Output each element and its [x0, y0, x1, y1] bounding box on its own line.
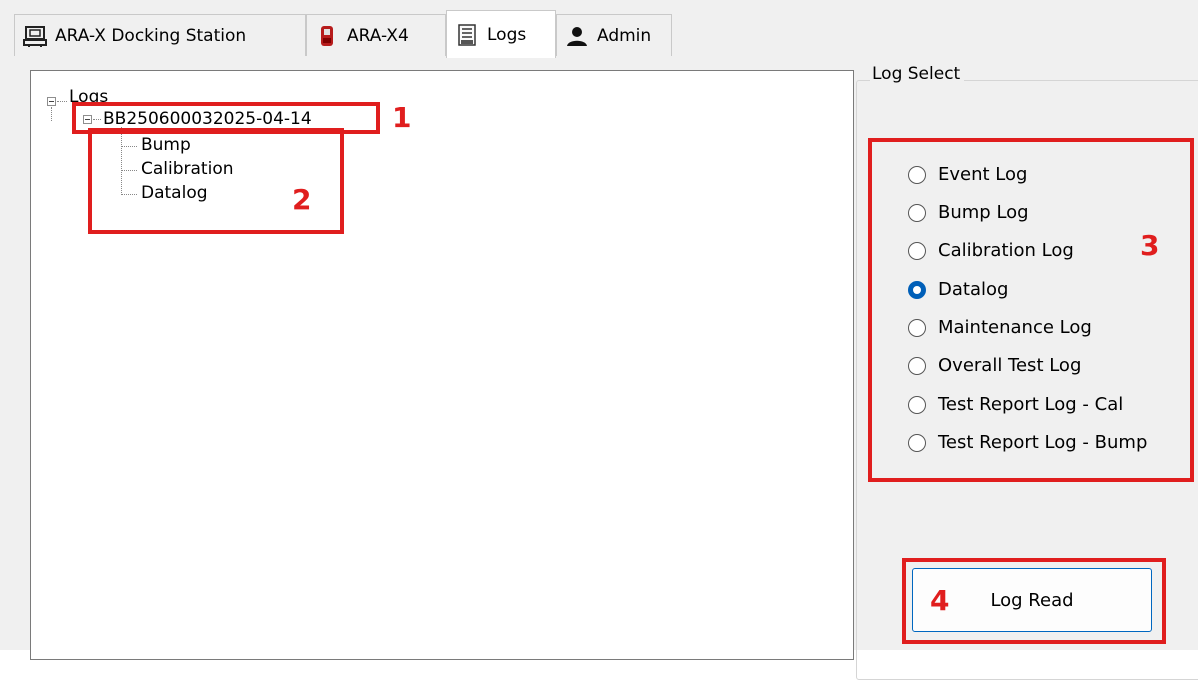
gas-detector-icon [315, 24, 339, 48]
tab-docking-station[interactable]: ARA-X Docking Station [14, 14, 306, 56]
collapse-icon[interactable] [47, 97, 56, 106]
user-icon [565, 24, 589, 48]
window-top-strip [0, 0, 1198, 10]
tree-connector [57, 101, 67, 102]
tab-label: Logs [487, 24, 527, 45]
log-select-title: Log Select [870, 64, 965, 84]
tab-label: ARA-X Docking Station [55, 25, 247, 46]
annotation-number-3: 3 [1140, 229, 1160, 262]
annotation-box-2 [88, 128, 344, 234]
annotation-number-4: 4 [930, 584, 950, 617]
annotation-number-1: 1 [392, 101, 412, 134]
docking-station-icon [23, 24, 47, 48]
tab-label: Admin [597, 25, 652, 46]
logs-icon [455, 23, 479, 47]
tab-logs[interactable]: Logs [446, 10, 556, 58]
annotation-number-2: 2 [292, 183, 312, 216]
tab-label: ARA-X4 [347, 25, 409, 46]
annotation-box-3 [868, 138, 1194, 482]
tree-connector [51, 107, 52, 121]
tab-ara-x4[interactable]: ARA-X4 [306, 14, 446, 56]
tab-admin[interactable]: Admin [556, 14, 672, 56]
